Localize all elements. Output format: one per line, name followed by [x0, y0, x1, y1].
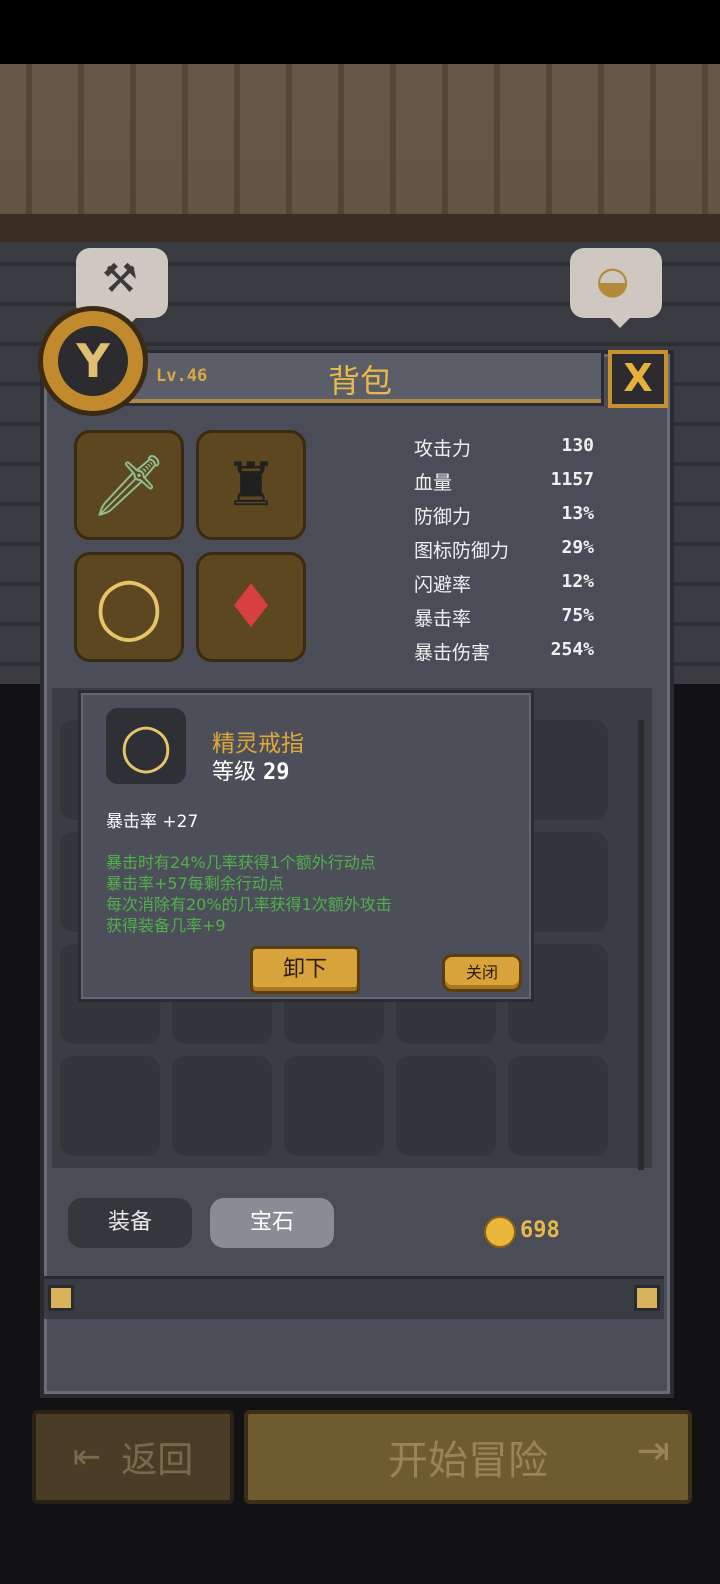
gold-amount: 698: [520, 1218, 560, 1243]
unequip-button[interactable]: 卸下: [250, 946, 360, 994]
stat-row: 闪避率 12%: [414, 570, 604, 604]
item-level: 等级 29: [212, 754, 290, 786]
close-button[interactable]: X: [608, 350, 668, 408]
stat-label: 闪避率: [414, 574, 472, 596]
stat-value: 75%: [561, 605, 594, 626]
stat-label: 暴击率: [414, 608, 472, 630]
ring-icon: ◯: [95, 572, 163, 642]
item-primary-stat: 暴击率 +27: [106, 812, 199, 832]
gold-coin-icon: [484, 1216, 516, 1248]
rivet-icon: [48, 1285, 74, 1311]
inventory-slot[interactable]: [396, 1056, 496, 1156]
stats-list: 攻击力 130 血量 1157 防御力 13% 图标防御力 29% 闪避率 12…: [414, 434, 604, 664]
back-label: 返回: [121, 1440, 194, 1481]
inventory-slot[interactable]: [508, 1056, 608, 1156]
start-label: 开始冒险: [388, 1438, 548, 1484]
item-level-value: 29: [263, 760, 290, 785]
item-effect-line: 暴击率+57每剩余行动点: [106, 874, 284, 893]
exit-left-icon: ⇤: [72, 1437, 102, 1477]
inventory-scrollbar[interactable]: [638, 720, 644, 1170]
item-level-label: 等级: [212, 760, 257, 785]
rivet-icon: [634, 1285, 660, 1311]
ring-icon: ◯: [120, 719, 172, 773]
stat-row: 暴击率 75%: [414, 604, 604, 638]
exit-right-icon: ⇥: [636, 1428, 670, 1474]
shop-bubble[interactable]: ◒: [570, 248, 662, 328]
amulet-icon: ♦: [224, 572, 278, 642]
ring-slot[interactable]: ◯: [74, 552, 184, 662]
sword-icon: 🗡: [90, 450, 168, 521]
stat-row: 暴击伤害 254%: [414, 638, 604, 664]
stat-value: 1157: [550, 469, 594, 490]
hammer-icon: ⚒: [102, 256, 138, 302]
beam: [0, 214, 720, 242]
stat-label: 防御力: [414, 506, 472, 528]
close-tooltip-button[interactable]: 关闭: [442, 954, 522, 992]
panel-footer: [44, 1276, 664, 1319]
inventory-slot[interactable]: [60, 1056, 160, 1156]
helmet-icon: Y: [58, 326, 128, 396]
armor-icon: ♜: [224, 450, 278, 520]
stat-value: 29%: [561, 537, 594, 558]
money-bag-icon: ◒: [596, 258, 630, 302]
stat-label: 图标防御力: [414, 540, 510, 562]
stat-row: 防御力 13%: [414, 502, 604, 536]
inventory-slot[interactable]: [172, 1056, 272, 1156]
page-title: 背包: [327, 362, 392, 400]
weapon-slot[interactable]: 🗡: [74, 430, 184, 540]
stat-row: 血量 1157: [414, 468, 604, 502]
player-level: Lv.46: [156, 366, 208, 386]
amulet-slot[interactable]: ♦: [196, 552, 306, 662]
item-effects: 暴击时有24%几率获得1个额外行动点 暴击率+57每剩余行动点 每次消除有20%…: [106, 852, 516, 936]
stat-row: 图标防御力 29%: [414, 536, 604, 570]
tab-gems[interactable]: 宝石: [210, 1198, 334, 1248]
item-effect-line: 暴击时有24%几率获得1个额外行动点: [106, 853, 376, 872]
roof: [0, 64, 720, 224]
item-effect-line: 获得装备几率+9: [106, 916, 226, 935]
item-effect-line: 每次消除有20%的几率获得1次额外攻击: [106, 895, 392, 914]
start-adventure-button[interactable]: 开始冒险 ⇥: [244, 1410, 692, 1504]
stat-label: 攻击力: [414, 438, 472, 460]
stat-label: 暴击伤害: [414, 642, 491, 664]
stat-value: 130: [561, 435, 594, 456]
tab-equipment[interactable]: 装备: [68, 1198, 192, 1248]
stat-value: 12%: [561, 571, 594, 592]
stat-row: 攻击力 130: [414, 434, 604, 468]
item-icon: ◯: [106, 708, 186, 784]
stat-value: 13%: [561, 503, 594, 524]
inventory-slot[interactable]: [284, 1056, 384, 1156]
stat-value: 254%: [550, 639, 594, 660]
back-button[interactable]: ⇤ 返回: [32, 1410, 234, 1504]
armor-slot[interactable]: ♜: [196, 430, 306, 540]
character-avatar[interactable]: Y: [38, 306, 148, 416]
stat-label: 血量: [414, 472, 453, 494]
item-name: 精灵戒指: [212, 731, 304, 757]
